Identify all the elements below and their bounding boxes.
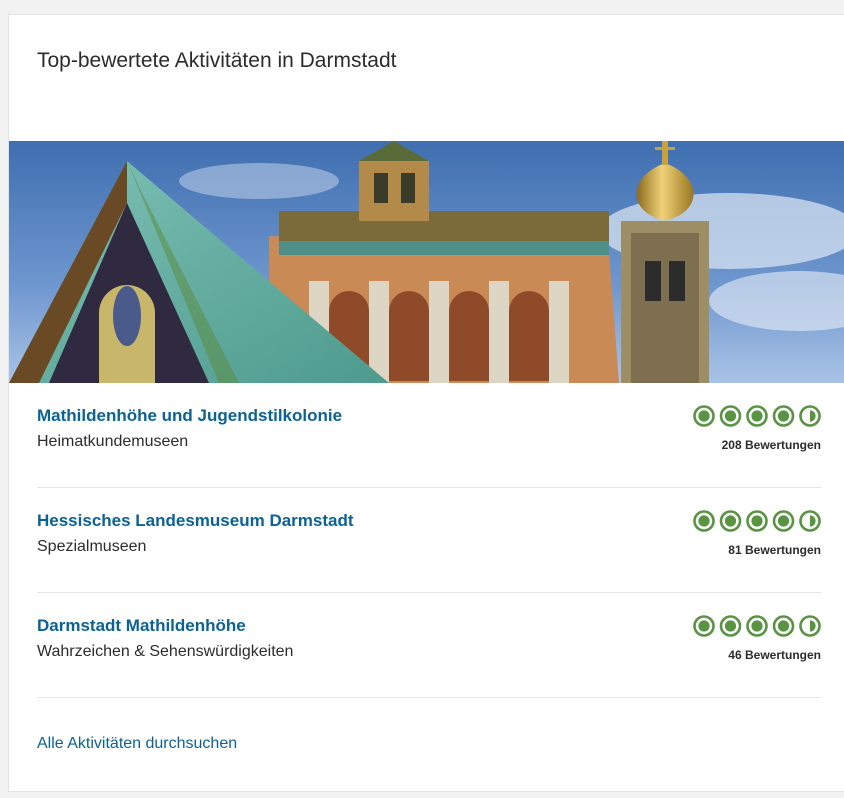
full-bubble-icon (746, 405, 768, 427)
full-bubble-icon (719, 405, 742, 427)
browse-all-activities-link[interactable]: Alle Aktivitäten durchsuchen (37, 735, 237, 753)
full-bubble-icon (772, 405, 795, 427)
activity-category: Heimatkundemuseen (37, 433, 189, 450)
activity-list: Mathildenhöhe und Jugendstilkolonie Heim… (37, 383, 821, 698)
review-count-link[interactable]: 208 Bewertungen (722, 438, 821, 452)
full-bubble-icon (772, 510, 795, 532)
full-bubble-icon (693, 405, 715, 427)
half-bubble-icon (799, 615, 821, 637)
activity-category: Spezialmuseen (37, 538, 147, 555)
full-bubble-icon (719, 510, 742, 532)
activity-name-link[interactable]: Mathildenhöhe und Jugendstilkolonie (37, 406, 342, 426)
full-bubble-icon (772, 615, 795, 637)
bubble-rating-icons (693, 405, 821, 427)
bubble-rating-icons (693, 510, 821, 532)
full-bubble-icon (693, 615, 715, 637)
activity-category: Wahrzeichen & Sehenswürdigkeiten (37, 643, 294, 660)
activity-name-link[interactable]: Hessisches Landesmuseum Darmstadt (37, 511, 354, 531)
half-bubble-icon (799, 510, 821, 532)
half-bubble-icon (799, 405, 821, 427)
bubble-rating-icons (693, 615, 821, 637)
bubble-rating[interactable] (691, 405, 821, 427)
review-count-link[interactable]: 46 Bewertungen (728, 648, 821, 662)
list-item: Mathildenhöhe und Jugendstilkolonie Heim… (37, 383, 821, 488)
list-item: Darmstadt Mathildenhöhe Wahrzeichen & Se… (37, 593, 821, 698)
top-activities-card: Top-bewertete Aktivitäten in Darmstadt M… (8, 14, 844, 792)
full-bubble-icon (746, 510, 768, 532)
review-count-link[interactable]: 81 Bewertungen (728, 543, 821, 557)
full-bubble-icon (746, 615, 768, 637)
full-bubble-icon (719, 615, 742, 637)
hero-image-russian-chapel (9, 141, 844, 383)
list-item: Hessisches Landesmuseum Darmstadt Spezia… (37, 488, 821, 593)
full-bubble-icon (693, 510, 715, 532)
bubble-rating[interactable] (691, 615, 821, 637)
section-title: Top-bewertete Aktivitäten in Darmstadt (37, 49, 397, 72)
activity-name-link[interactable]: Darmstadt Mathildenhöhe (37, 616, 246, 636)
bubble-rating[interactable] (691, 510, 821, 532)
